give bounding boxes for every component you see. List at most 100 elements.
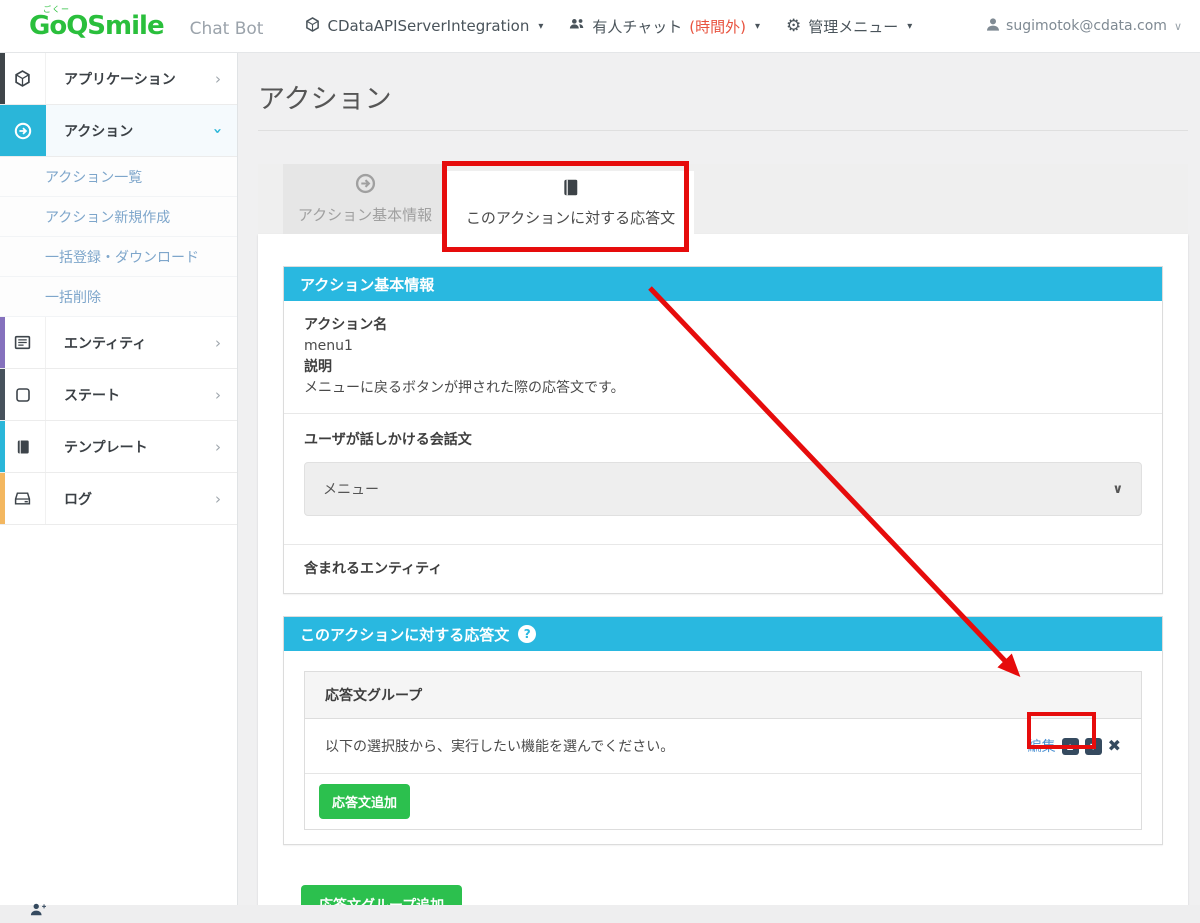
tab-label: このアクションに対する応答文 [465,208,676,227]
sidebar-item-application[interactable]: アプリケーション › [0,53,237,105]
chevron-down-icon: ∨ [1112,481,1123,497]
panel-header: アクション基本情報 [284,267,1162,301]
sidebar-item-log[interactable]: ログ › [0,473,237,525]
sidebar-item-state[interactable]: ステート › [0,369,237,421]
tab-bar: アクション基本情報 このアクションに対する応答文 [258,164,1188,234]
action-basic-info-panel: アクション基本情報 アクション名 menu1 説明 メニューに戻るボタンが押され… [283,266,1163,594]
app-root: ごくー GoQSmile Chat Bot CDataAPIServerInte… [0,0,1200,923]
sidebar-subitem-action-new[interactable]: アクション新規作成 [0,197,237,237]
sidebar-item-label: ステート [64,387,120,404]
chevron-right-icon: › [215,333,221,352]
cube-icon [305,16,320,36]
arrow-circle-icon [0,105,46,156]
book-icon [561,178,580,201]
select-value: メニュー [323,482,379,498]
row-actions: 編集 ▲ ▼ ✖ [1028,736,1121,756]
main-content: アクション アクション基本情報 このアクションに対する応答文 アクション基本情報… [238,53,1200,923]
logo-text: GoQSmile [29,11,165,41]
book-icon [0,421,46,472]
action-name-label: アクション名 [304,317,388,333]
account-menu[interactable]: sugimotok@cdata.com ∨ [987,17,1182,35]
account-email: sugimotok@cdata.com [1006,18,1167,34]
cube-icon [0,53,46,104]
sidebar-subitem-action-list[interactable]: アクション一覧 [0,157,237,197]
drive-icon [0,473,46,524]
action-name-value: menu1 [304,338,353,354]
panel-header-title: アクション基本情報 [300,275,435,294]
response-group-row: 以下の選択肢から、実行したい機能を選んでください。 編集 ▲ ▼ ✖ [305,719,1141,773]
sidebar-item-label: ログ [64,491,92,508]
top-navbar: ごくー GoQSmile Chat Bot CDataAPIServerInte… [0,0,1200,53]
sidebar-item-label: エンティティ [64,335,147,352]
sidebar: アプリケーション › アクション › アクション一覧 アクション新規作成 一括登… [0,53,238,923]
sidebar-subitem-bulk-delete[interactable]: 一括削除 [0,277,237,317]
responses-body: 応答文グループ 以下の選択肢から、実行したい機能を選んでください。 編集 ▲ ▼… [284,651,1162,844]
chevron-right-icon: › [215,437,221,456]
sidebar-item-label: アクション [64,123,134,140]
response-group-footer: 応答文追加 [305,773,1141,829]
tab-label: アクション基本情報 [297,206,433,224]
chevron-down-icon: ∨ [1173,19,1182,33]
tab-action-basic-info[interactable]: アクション基本情報 [283,164,447,234]
logo[interactable]: ごくー GoQSmile Chat Bot [29,5,264,41]
edit-button[interactable]: 編集 [1028,736,1056,756]
description-value: メニューに戻るボタンが押された際の応答文です。 [304,380,625,396]
basic-info-body: アクション名 menu1 説明 メニューに戻るボタンが押された際の応答文です。 [284,301,1162,413]
utterance-section: ユーザが話しかける会話文 メニュー ∨ [284,413,1162,544]
response-group-header: 応答文グループ [305,672,1141,719]
person-plus-icon[interactable] [30,902,46,921]
panel-header: このアクションに対する応答文 ? [284,617,1162,651]
panel-header-title: このアクションに対する応答文 [300,625,510,644]
gear-icon: ⚙ [785,15,802,36]
chevron-down-icon: › [208,127,227,134]
entities-label: 含まれるエンティティ [304,561,443,577]
move-down-button[interactable]: ▼ [1084,737,1102,755]
action-responses-panel: このアクションに対する応答文 ? 応答文グループ 以下の選択肢から、実行したい機… [283,616,1163,845]
user-icon [987,17,1000,35]
nav-item-admin-menu[interactable]: ⚙ 管理メニュー ▾ [786,16,912,37]
sidebar-item-label: テンプレート [64,439,148,456]
square-icon [0,369,46,420]
off-hours-status: (時間外) [689,17,746,36]
chevron-right-icon: › [215,385,221,404]
entities-section: 含まれるエンティティ [284,544,1162,593]
logo-furigana: ごくー [43,5,70,14]
response-group-box: 応答文グループ 以下の選択肢から、実行したい機能を選んでください。 編集 ▲ ▼… [304,671,1142,830]
caret-down-icon: ▾ [538,20,544,32]
arrow-circle-icon [355,173,376,198]
description-label: 説明 [304,359,332,375]
utterance-select[interactable]: メニュー ∨ [304,462,1142,516]
sidebar-item-template[interactable]: テンプレート › [0,421,237,473]
title-divider [258,130,1188,131]
utterance-label: ユーザが話しかける会話文 [304,432,472,448]
nav-item-application-select[interactable]: CDataAPIServerIntegration ▾ [305,16,544,36]
list-icon [0,317,46,368]
tab-content: アクション基本情報 アクション名 menu1 説明 メニューに戻るボタンが押され… [258,234,1188,923]
sidebar-item-label: アプリケーション [64,71,176,88]
caret-down-icon: ▾ [907,20,913,32]
add-response-button[interactable]: 応答文追加 [319,784,411,819]
response-text: 以下の選択肢から、実行したい機能を選んでください。 [325,739,675,755]
move-up-button[interactable]: ▲ [1061,737,1079,755]
chevron-right-icon: › [215,69,221,88]
caret-up-icon: ▲ [1067,741,1074,751]
page-title: アクション [258,84,392,115]
help-icon[interactable]: ? [518,625,537,643]
nav-item-label: 有人チャット [592,17,683,36]
caret-down-icon: ▾ [754,20,760,32]
caret-down-icon: ▼ [1090,741,1097,751]
nav-item-label: 管理メニュー [808,17,899,36]
users-icon [569,17,585,35]
sidebar-subitem-bulk-register[interactable]: 一括登録・ダウンロード [0,237,237,277]
sidebar-item-action[interactable]: アクション › [0,105,237,157]
nav-item-live-chat[interactable]: 有人チャット (時間外) ▾ [569,16,760,37]
sidebar-submenu: アクション一覧 アクション新規作成 一括登録・ダウンロード 一括削除 [0,157,237,317]
chevron-right-icon: › [215,489,221,508]
tab-action-responses[interactable]: このアクションに対する応答文 [447,171,694,234]
delete-button[interactable]: ✖ [1108,738,1121,754]
logo-suffix: Chat Bot [189,19,264,39]
nav-menu: CDataAPIServerIntegration ▾ 有人チャット (時間外)… [305,16,912,37]
sidebar-footer-bar [0,902,1200,923]
sidebar-item-entity[interactable]: エンティティ › [0,317,237,369]
nav-item-label: CDataAPIServerIntegration [327,17,530,35]
